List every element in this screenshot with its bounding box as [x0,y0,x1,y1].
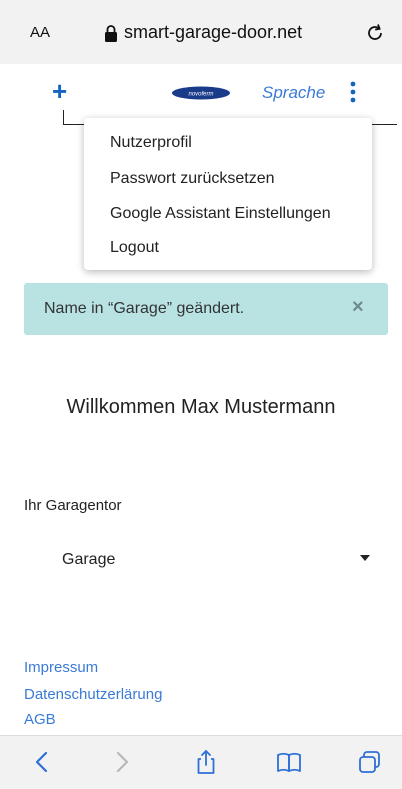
back-icon[interactable] [28,748,56,776]
add-button[interactable]: + [52,78,67,104]
language-link[interactable]: Sprache [262,83,325,103]
success-alert: Name in “Garage” geändert. × [24,283,388,335]
browser-toolbar [0,735,402,789]
lock-icon [105,25,117,42]
impressum-link[interactable]: Impressum [24,659,98,676]
menu-item-logout[interactable]: Logout [110,239,159,257]
bookmarks-icon[interactable] [275,748,303,776]
welcome-heading: Willkommen Max Mustermann [66,396,336,418]
agb-link[interactable]: AGB [24,711,56,728]
tabs-icon[interactable] [356,748,384,776]
kebab-menu-icon[interactable] [349,81,357,103]
user-menu: Nutzerprofil Passwort zurücksetzen Googl… [84,118,372,270]
share-icon[interactable] [192,748,220,776]
browser-address-bar[interactable]: AA smart-garage-door.net [0,0,402,64]
logo-text: novoferm [188,92,213,98]
garage-door-label: Ihr Garagentor [24,497,122,514]
alert-close-button[interactable]: × [352,297,364,317]
forward-icon[interactable] [108,748,136,776]
url-host[interactable]: smart-garage-door.net [124,22,302,43]
privacy-link[interactable]: Datenschutzerlärung [24,686,162,703]
reload-icon[interactable] [364,22,386,44]
caret-down-icon [360,555,370,561]
menu-item-google-assistant[interactable]: Google Assistant Einstellungen [110,205,331,223]
header-divider-vertical [63,110,64,124]
page: AA smart-garage-door.net + novoferm Spra… [0,0,402,789]
menu-item-profile[interactable]: Nutzerprofil [110,134,192,152]
novoferm-logo: novoferm [172,86,230,100]
alert-message: Name in “Garage” geändert. [44,300,245,317]
text-size-button[interactable]: AA [30,24,50,41]
menu-item-reset-password[interactable]: Passwort zurücksetzen [110,170,275,188]
garage-door-select[interactable]: Garage [24,540,380,580]
garage-door-selected-value: Garage [62,551,116,568]
